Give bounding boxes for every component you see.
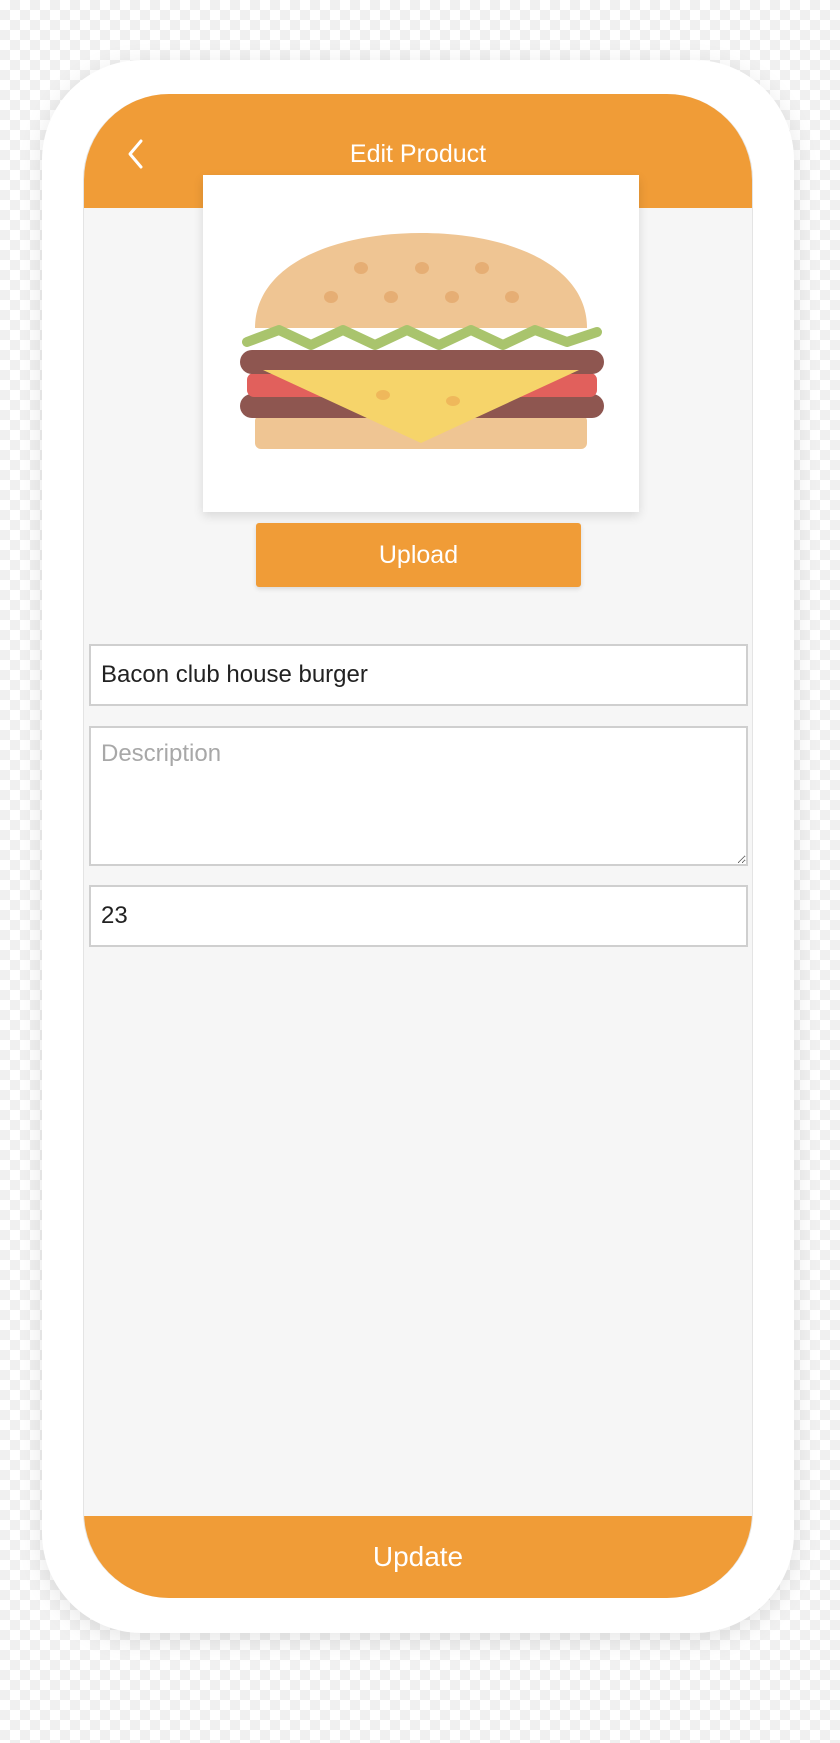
burger-illustration bbox=[240, 233, 604, 449]
update-button[interactable]: Update bbox=[84, 1516, 752, 1598]
product-image bbox=[203, 175, 639, 512]
upload-button[interactable]: Upload bbox=[256, 523, 581, 587]
description-textarea[interactable] bbox=[89, 726, 748, 866]
product-name-input[interactable] bbox=[89, 644, 748, 706]
app-screen: Edit Product Upload Bacon club house bur… bbox=[83, 94, 753, 1598]
page-title: Edit Product bbox=[349, 140, 487, 168]
price-input[interactable] bbox=[89, 885, 748, 947]
